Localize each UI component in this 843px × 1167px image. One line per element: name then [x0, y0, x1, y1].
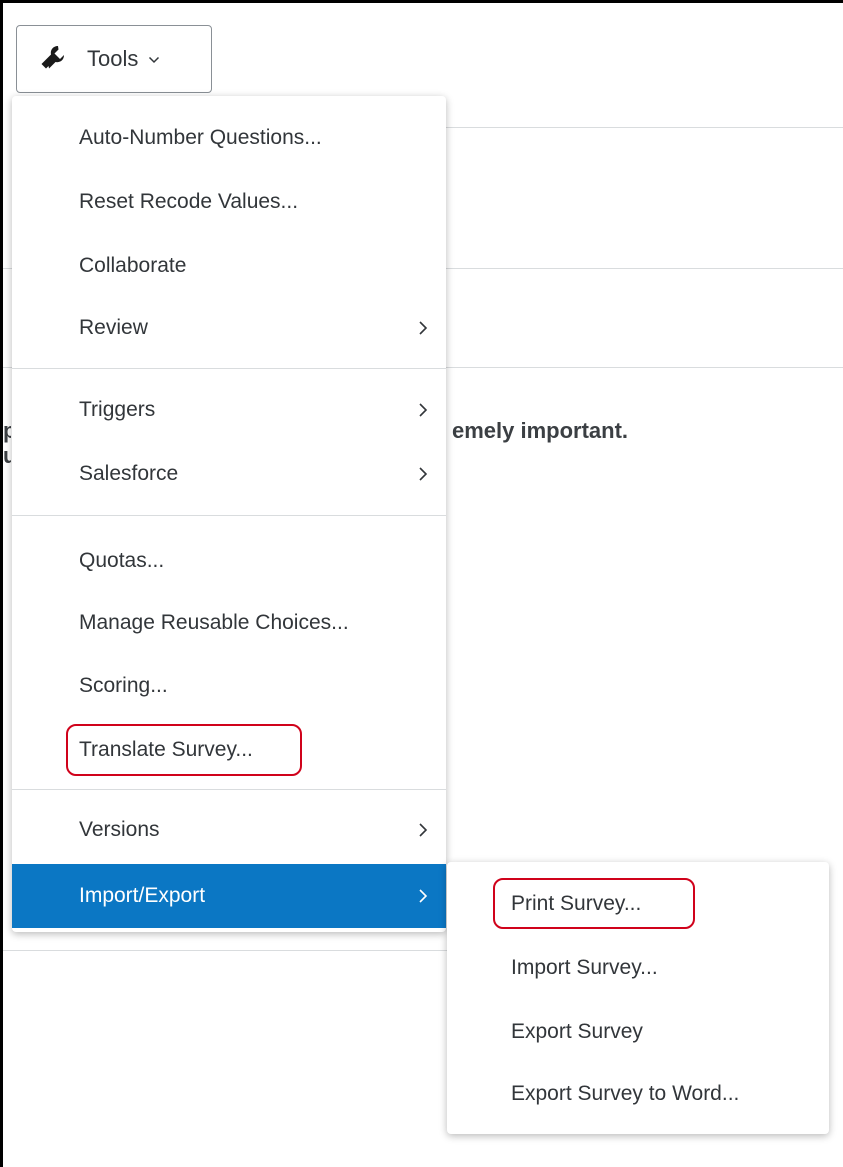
section-divider [3, 950, 447, 951]
menu-divider [12, 515, 446, 516]
truncated-text: u [3, 443, 11, 468]
menu-item-label: Translate Survey... [79, 738, 253, 761]
tools-button[interactable]: Tools [16, 25, 212, 93]
menu-item-quotas[interactable]: Quotas... [12, 537, 446, 585]
menu-item-label: Collaborate [79, 254, 187, 277]
menu-item-reset-recode-values[interactable]: Reset Recode Values... [12, 178, 446, 226]
truncated-text: p [3, 418, 11, 443]
tools-label: Tools [87, 46, 139, 71]
menu-item-label: Quotas... [79, 549, 165, 572]
menu-item-translate-survey[interactable]: Translate Survey... [12, 726, 446, 774]
submenu-item-label: Export Survey to Word... [511, 1082, 740, 1105]
import-export-submenu: Print Survey... Import Survey... Export … [447, 862, 829, 1134]
chevron-right-icon [419, 889, 428, 903]
submenu-item-label: Export Survey [511, 1020, 643, 1043]
menu-item-label: Reset Recode Values... [79, 190, 299, 213]
menu-item-versions[interactable]: Versions [12, 806, 446, 854]
chevron-right-icon [419, 823, 428, 837]
menu-item-triggers[interactable]: Triggers [12, 386, 446, 434]
submenu-item-export-survey-to-word[interactable]: Export Survey to Word... [447, 1070, 829, 1118]
menu-item-auto-number-questions[interactable]: Auto-Number Questions... [12, 114, 446, 162]
submenu-item-label: Import Survey... [511, 956, 658, 979]
question-text: emely important. [452, 418, 629, 443]
chevron-right-icon [419, 321, 428, 335]
submenu-item-label: Print Survey... [511, 892, 642, 915]
menu-item-import-export[interactable]: Import/Export [12, 864, 446, 928]
chevron-right-icon [419, 467, 428, 481]
submenu-item-export-survey[interactable]: Export Survey [447, 1008, 829, 1056]
menu-item-label: Scoring... [79, 674, 168, 697]
menu-item-collaborate[interactable]: Collaborate [12, 242, 446, 290]
wrench-icon [39, 44, 69, 74]
menu-item-review[interactable]: Review [12, 304, 446, 352]
chevron-down-icon [148, 53, 160, 65]
menu-item-salesforce[interactable]: Salesforce [12, 450, 446, 498]
header-divider [446, 127, 843, 128]
menu-item-manage-reusable-choices[interactable]: Manage Reusable Choices... [12, 599, 446, 647]
menu-item-scoring[interactable]: Scoring... [12, 662, 446, 710]
menu-divider [12, 789, 446, 790]
menu-divider [12, 368, 446, 369]
chevron-right-icon [419, 403, 428, 417]
tools-dropdown-menu: Auto-Number Questions... Reset Recode Va… [12, 96, 446, 932]
menu-item-label: Salesforce [79, 462, 179, 485]
menu-item-label: Import/Export [79, 884, 206, 907]
submenu-item-import-survey[interactable]: Import Survey... [447, 944, 829, 992]
menu-item-label: Triggers [79, 398, 156, 421]
menu-item-label: Auto-Number Questions... [79, 126, 322, 149]
menu-item-label: Review [79, 316, 148, 339]
menu-item-label: Versions [79, 818, 160, 841]
menu-item-label: Manage Reusable Choices... [79, 611, 349, 634]
submenu-item-print-survey[interactable]: Print Survey... [447, 880, 829, 928]
